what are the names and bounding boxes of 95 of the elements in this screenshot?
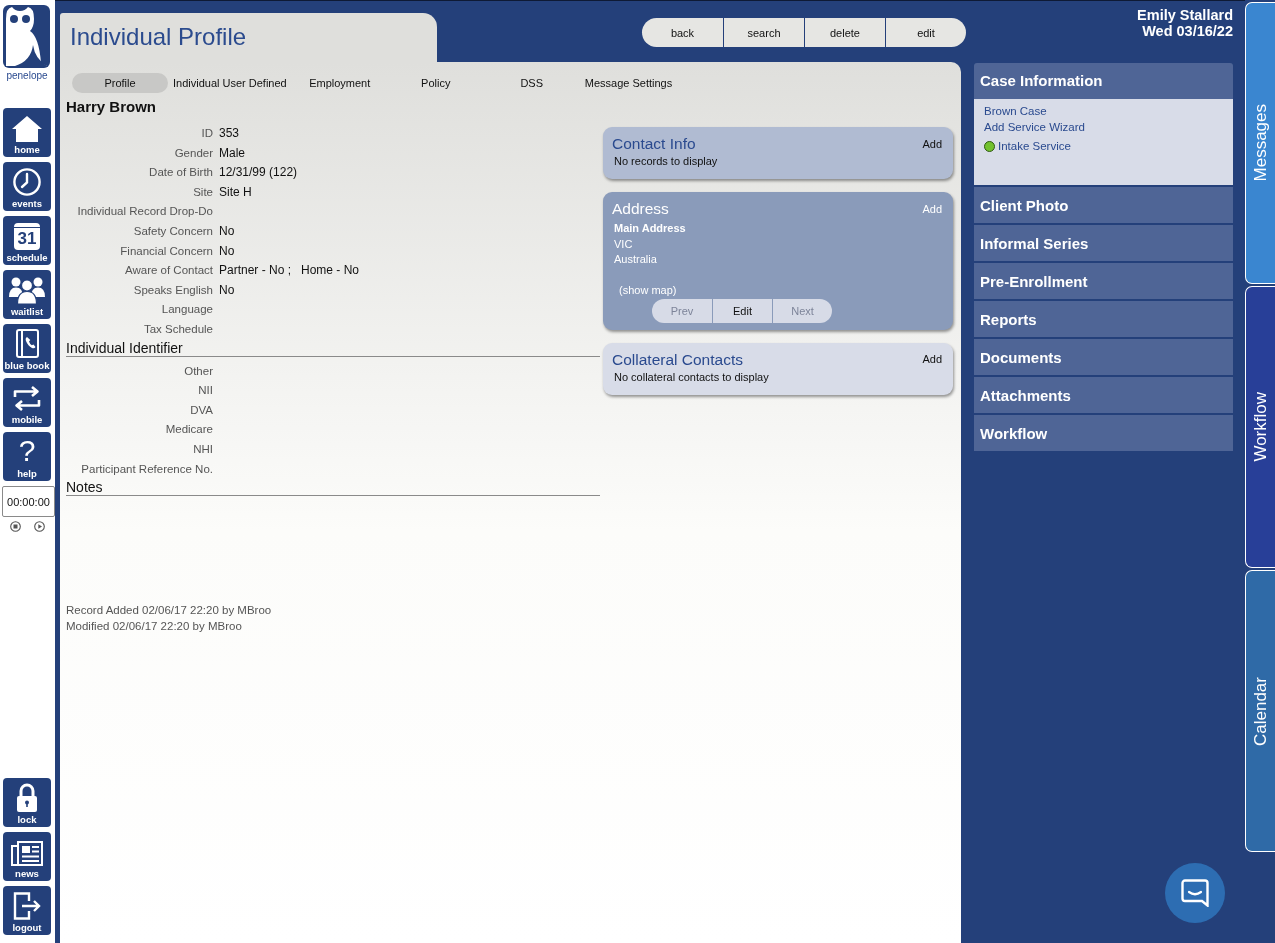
record-info: Record Added 02/06/17 22:20 by MBroo: [66, 603, 273, 619]
field-label: Gender: [173, 145, 213, 161]
side-menu-item[interactable]: Client Photo: [974, 187, 1233, 223]
back-button[interactable]: back: [642, 18, 723, 47]
card-title: Collateral Contacts: [612, 349, 743, 369]
field-label: DVA: [189, 402, 213, 418]
field-value: No: [219, 222, 235, 240]
side-menu-item[interactable]: Informal Series: [974, 225, 1233, 261]
field-label: Medicare: [164, 422, 213, 438]
delete-button[interactable]: delete: [804, 18, 885, 47]
schedule-button[interactable]: 31 schedule: [3, 216, 51, 265]
side-menu-item[interactable]: Reports: [974, 301, 1233, 337]
person-name: Harry Brown: [66, 98, 157, 115]
logo-text: penelope: [5, 70, 49, 82]
events-button[interactable]: events: [3, 162, 51, 211]
empty-message: No collateral contacts to display: [614, 369, 770, 384]
field-label: Other: [183, 363, 213, 379]
case-link[interactable]: Add Service Wizard: [984, 119, 1085, 135]
section-heading: Individual Identifier: [66, 339, 600, 357]
field-label: Tax Schedule: [142, 321, 213, 337]
card-title: Contact Info: [612, 134, 696, 153]
card-title: Address: [612, 199, 669, 218]
stop-icon[interactable]: [10, 521, 21, 532]
phone-book-icon: [15, 329, 39, 358]
field-value: No: [219, 242, 235, 260]
timer-field: 00:00:00: [2, 486, 55, 517]
mobile-button[interactable]: mobile: [3, 378, 51, 427]
field-label: Site: [192, 184, 213, 200]
user-name: Emily Stallard: [1137, 7, 1233, 23]
case-link[interactable]: Brown Case: [984, 103, 1047, 119]
field-label: NII: [197, 383, 213, 399]
swap-arrows-icon: [12, 385, 42, 412]
tab[interactable]: DSS: [483, 73, 580, 93]
tab[interactable]: Profile: [72, 73, 168, 93]
help-button[interactable]: ? help: [3, 432, 51, 481]
chat-button[interactable]: [1165, 863, 1225, 923]
padlock-icon: [15, 783, 39, 812]
chat-bubble-icon: [1181, 879, 1209, 907]
lock-button[interactable]: lock: [3, 778, 51, 827]
address-label: Main Address: [614, 221, 687, 236]
field-label: Individual Record Drop-Do: [76, 204, 213, 220]
side-tab[interactable]: Workflow: [1245, 286, 1275, 568]
clock-icon: [13, 168, 41, 196]
add-link[interactable]: Add: [922, 137, 942, 150]
edit-button[interactable]: Edit: [712, 298, 772, 323]
side-menu-item[interactable]: Documents: [974, 339, 1233, 375]
calendar-icon: 31: [14, 223, 40, 250]
empty-message: No records to display: [614, 154, 719, 168]
address-line: VIC: [614, 236, 634, 252]
side-menu-item[interactable]: Workflow: [974, 415, 1233, 451]
tab[interactable]: Individual User Defined: [168, 73, 292, 93]
field-label: Language: [160, 302, 213, 318]
field-label: Financial Concern: [119, 243, 213, 259]
home-button[interactable]: home: [3, 108, 51, 157]
question-mark-icon: ?: [18, 436, 36, 466]
field-value: Male: [219, 144, 245, 162]
tab[interactable]: Policy: [387, 73, 484, 93]
search-button[interactable]: search: [723, 18, 804, 47]
field-value: Partner - No ; Home - No: [219, 262, 360, 280]
logout-icon: [13, 892, 41, 920]
field-label: Participant Reference No.: [80, 461, 213, 477]
case-link[interactable]: Intake Service: [984, 138, 1071, 154]
field-value: No: [219, 281, 235, 299]
newspaper-icon: [11, 841, 43, 866]
tab[interactable]: Message Settings: [579, 73, 678, 93]
address-line: Australia: [614, 252, 658, 267]
owl-logo: [3, 5, 50, 68]
people-icon: [9, 277, 45, 304]
record-info: Modified 02/06/17 22:20 by MBroo: [66, 619, 243, 635]
add-link[interactable]: Add: [922, 353, 942, 365]
current-date: Wed 03/16/22: [1141, 23, 1233, 39]
edit-button[interactable]: edit: [885, 18, 966, 47]
field-label: ID: [200, 126, 213, 141]
field-label: Aware of Contact: [124, 263, 213, 279]
logout-button[interactable]: logout: [3, 886, 51, 935]
field-value: 12/31/99 (122): [219, 164, 298, 182]
news-button[interactable]: news: [3, 832, 51, 881]
field-label: Speaks English: [132, 282, 213, 298]
side-tab[interactable]: Calendar: [1245, 570, 1275, 852]
section-heading: Notes: [66, 479, 600, 497]
side-tab[interactable]: Messages: [1245, 2, 1275, 284]
field-value: Site H: [219, 183, 252, 201]
waitlist-button[interactable]: waitlist: [3, 270, 51, 319]
side-menu-item[interactable]: Pre-Enrollment: [974, 263, 1233, 299]
field-label: Safety Concern: [132, 223, 213, 239]
play-icon[interactable]: [34, 521, 45, 532]
tab[interactable]: Employment: [291, 73, 388, 93]
case-information-header: Case Information: [974, 63, 1233, 99]
field-label: NHI: [192, 441, 213, 457]
side-menu-item[interactable]: Attachments: [974, 377, 1233, 413]
page-title: Individual Profile: [70, 23, 247, 50]
phone-book-button[interactable]: blue book: [3, 324, 51, 373]
field-value: 353: [219, 125, 240, 142]
field-label: Date of Birth: [148, 165, 213, 181]
house-icon: [12, 116, 42, 142]
